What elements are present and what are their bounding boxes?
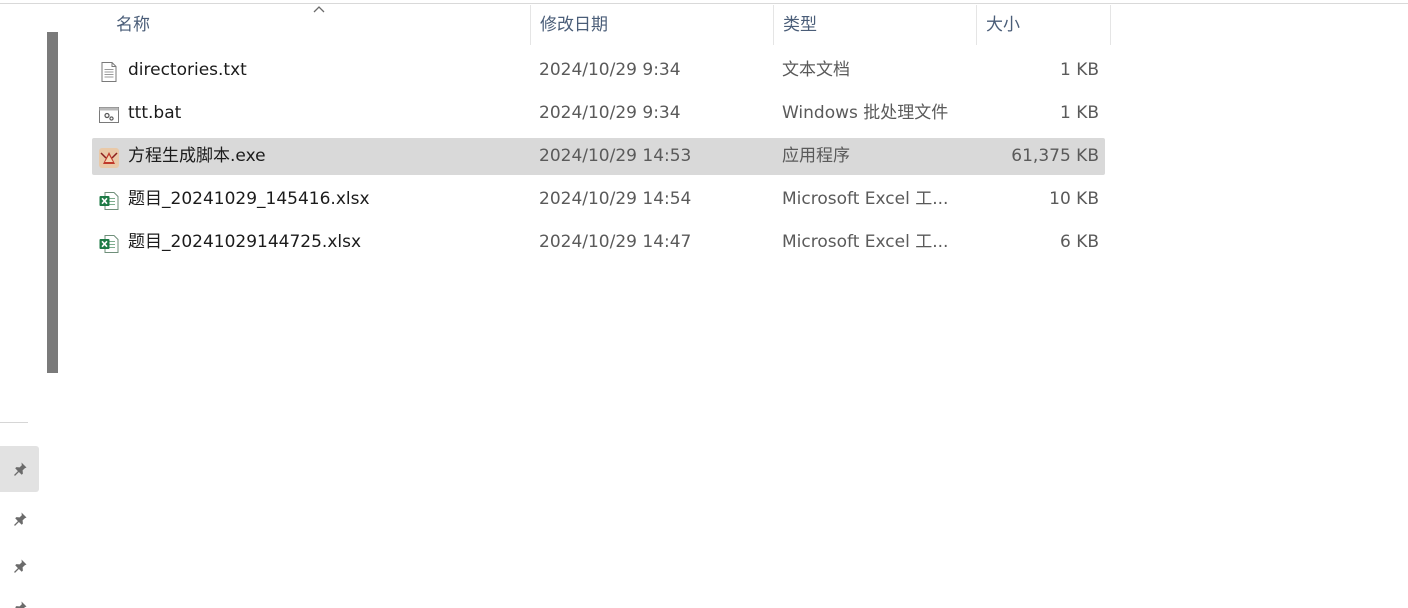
file-name: directories.txt xyxy=(128,60,247,80)
column-header-size[interactable]: 大小 xyxy=(976,5,1110,45)
file-modified: 2024/10/29 14:54 xyxy=(539,189,692,209)
excel-file-icon xyxy=(99,235,119,253)
quick-access-pin-2[interactable] xyxy=(0,496,39,542)
file-name: 题目_20241029144725.xlsx xyxy=(128,232,362,252)
file-type: Microsoft Excel 工... xyxy=(782,232,949,252)
column-header-modified[interactable]: 修改日期 xyxy=(530,5,773,45)
file-size: 10 KB xyxy=(1049,189,1099,209)
file-name: 题目_20241029_145416.xlsx xyxy=(128,189,370,209)
file-name: ttt.bat xyxy=(128,103,182,123)
pin-icon xyxy=(14,601,26,608)
column-header-type[interactable]: 类型 xyxy=(773,5,976,45)
column-header-name[interactable]: 名称 xyxy=(106,5,530,45)
file-modified: 2024/10/29 14:47 xyxy=(539,232,692,252)
file-modified: 2024/10/29 14:53 xyxy=(539,146,692,166)
text-file-icon xyxy=(101,62,117,82)
file-size: 61,375 KB xyxy=(1011,146,1099,166)
pin-icon xyxy=(13,462,26,476)
file-row[interactable]: 题目_20241029144725.xlsx 2024/10/29 14:47 … xyxy=(92,224,1105,261)
nav-divider xyxy=(0,422,28,423)
file-list: directories.txt 2024/10/29 9:34 文本文档 1 K… xyxy=(92,52,1105,267)
file-size: 6 KB xyxy=(1059,232,1099,252)
file-size: 1 KB xyxy=(1059,60,1099,80)
file-modified: 2024/10/29 9:34 xyxy=(539,103,681,123)
batch-file-icon xyxy=(99,107,119,123)
file-type: Windows 批处理文件 xyxy=(782,103,949,123)
file-type: 文本文档 xyxy=(782,60,850,80)
file-row[interactable]: 题目_20241029_145416.xlsx 2024/10/29 14:54… xyxy=(92,181,1105,218)
pin-icon xyxy=(13,559,26,573)
file-row-selected[interactable]: 方程生成脚本.exe 2024/10/29 14:53 应用程序 61,375 … xyxy=(92,138,1105,175)
file-modified: 2024/10/29 9:34 xyxy=(539,60,681,80)
quick-access-pin-1[interactable] xyxy=(0,446,39,492)
file-name: 方程生成脚本.exe xyxy=(128,146,266,166)
file-explorer: 名称 修改日期 类型 大小 directories.txt 2024/10/29… xyxy=(0,0,1408,608)
top-border xyxy=(0,3,1408,4)
file-row[interactable]: ttt.bat 2024/10/29 9:34 Windows 批处理文件 1 … xyxy=(92,95,1105,132)
quick-access-pin-4[interactable] xyxy=(0,592,39,608)
file-size: 1 KB xyxy=(1059,103,1099,123)
column-separator[interactable] xyxy=(1110,5,1111,45)
excel-file-icon xyxy=(99,192,119,210)
pin-icon xyxy=(13,512,26,526)
file-type: 应用程序 xyxy=(782,146,850,166)
column-header-bar: 名称 修改日期 类型 大小 xyxy=(0,5,1111,45)
exe-app-icon xyxy=(99,148,119,168)
quick-access-pin-3[interactable] xyxy=(0,543,39,589)
file-row[interactable]: directories.txt 2024/10/29 9:34 文本文档 1 K… xyxy=(92,52,1105,89)
file-type: Microsoft Excel 工... xyxy=(782,189,949,209)
nav-scrollbar-thumb[interactable] xyxy=(47,32,58,373)
